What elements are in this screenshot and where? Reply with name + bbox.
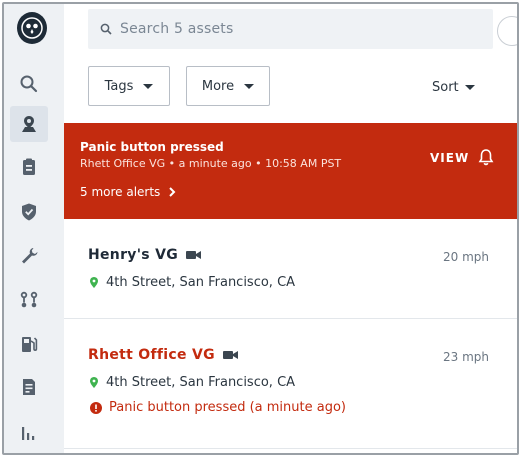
asset-speed: 23 mph bbox=[443, 350, 489, 364]
sidebar-item-fuel[interactable] bbox=[10, 326, 48, 362]
search-placeholder: Search 5 assets bbox=[120, 21, 234, 37]
more-alerts-link[interactable]: 5 more alerts bbox=[80, 185, 176, 199]
fuel-icon bbox=[22, 337, 38, 352]
more-filter-label: More bbox=[201, 78, 235, 94]
view-alert-button[interactable]: VIEW bbox=[430, 151, 469, 165]
sidebar-item-safety[interactable] bbox=[10, 194, 48, 230]
sidebar-item-reports[interactable] bbox=[10, 414, 48, 450]
asset-name-row: Henry's VG bbox=[88, 247, 202, 263]
asset-warning-text: Panic button pressed (a minute ago) bbox=[109, 400, 346, 415]
asset-row[interactable]: Rhett Office VG 23 mph 4th Street, San F… bbox=[64, 319, 517, 449]
owl-logo-icon[interactable] bbox=[17, 12, 47, 44]
sidebar-item-documents[interactable] bbox=[10, 369, 48, 405]
asset-location-text: 4th Street, San Francisco, CA bbox=[106, 275, 296, 290]
more-alerts-label: 5 more alerts bbox=[80, 185, 161, 199]
sidebar bbox=[4, 4, 64, 453]
alert-banner: Panic button pressed Rhett Office VG • a… bbox=[64, 123, 517, 219]
wrench-icon bbox=[22, 248, 38, 264]
video-camera-icon bbox=[222, 351, 238, 359]
search-input[interactable]: Search 5 assets bbox=[88, 9, 493, 49]
collapse-button[interactable] bbox=[497, 16, 517, 46]
asset-name: Henry's VG bbox=[88, 247, 179, 263]
asset-location-text: 4th Street, San Francisco, CA bbox=[106, 375, 296, 390]
alert-subtitle: Rhett Office VG • a minute ago • 10:58 A… bbox=[80, 157, 342, 170]
sidebar-item-clipboard[interactable] bbox=[10, 149, 48, 185]
sidebar-item-search[interactable] bbox=[10, 66, 48, 102]
sort-label: Sort bbox=[432, 80, 459, 95]
asset-name-row: Rhett Office VG bbox=[88, 347, 238, 363]
caret-down-icon bbox=[244, 83, 255, 89]
alert-title: Panic button pressed bbox=[80, 140, 224, 154]
clipboard-icon bbox=[23, 158, 35, 175]
asset-location: 4th Street, San Francisco, CA bbox=[90, 275, 295, 290]
sidebar-item-maintenance[interactable] bbox=[10, 238, 48, 274]
asset-row[interactable]: Henry's VG 20 mph 4th Street, San Franci… bbox=[64, 219, 517, 319]
tags-filter-button[interactable]: Tags bbox=[88, 66, 170, 106]
sidebar-item-map[interactable] bbox=[10, 106, 48, 142]
asset-panel: Search 5 assets Tags More Sort Panic but… bbox=[64, 4, 517, 453]
sort-button[interactable]: Sort bbox=[432, 80, 475, 95]
caret-down-icon bbox=[143, 83, 154, 89]
asset-location: 4th Street, San Francisco, CA bbox=[90, 375, 295, 390]
search-icon bbox=[100, 23, 112, 35]
bell-icon[interactable] bbox=[478, 148, 494, 170]
sidebar-item-routes[interactable] bbox=[10, 282, 48, 318]
search-icon bbox=[20, 75, 38, 93]
bar-chart-icon bbox=[22, 427, 35, 440]
asset-speed: 20 mph bbox=[443, 250, 489, 264]
video-camera-icon bbox=[186, 251, 202, 259]
shield-check-icon bbox=[22, 203, 36, 221]
location-pin-icon bbox=[90, 277, 98, 288]
more-filter-button[interactable]: More bbox=[186, 66, 270, 106]
asset-warning: Panic button pressed (a minute ago) bbox=[90, 400, 346, 415]
map-pin-icon bbox=[22, 116, 36, 132]
route-icon bbox=[20, 291, 38, 308]
chevron-right-icon bbox=[169, 187, 176, 197]
location-pin-icon bbox=[90, 377, 98, 388]
tags-filter-label: Tags bbox=[104, 78, 134, 94]
caret-down-icon bbox=[464, 85, 475, 90]
asset-name: Rhett Office VG bbox=[88, 347, 215, 363]
alert-circle-icon bbox=[90, 401, 102, 414]
app-frame: Search 5 assets Tags More Sort Panic but… bbox=[2, 2, 519, 455]
document-icon bbox=[23, 379, 35, 395]
